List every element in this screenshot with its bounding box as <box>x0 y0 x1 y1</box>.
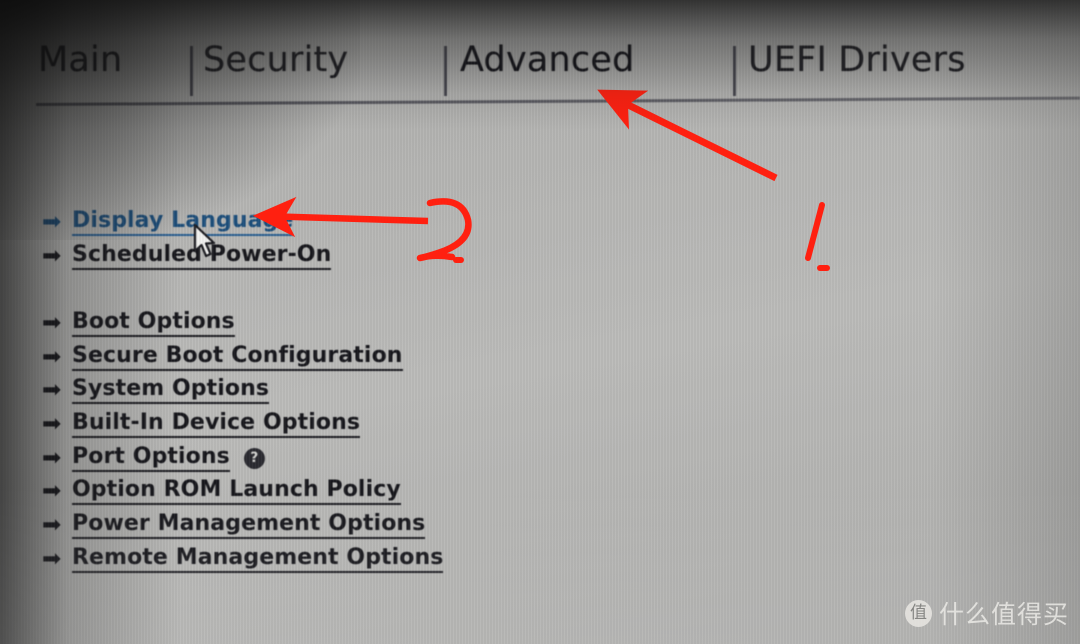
arrow-bullet-icon: ➡ <box>42 477 62 504</box>
arrow-bullet-icon: ➡ <box>42 376 62 403</box>
menu-item-built-in-device-options[interactable]: ➡ Built-In Device Options <box>42 410 361 438</box>
menu-item-label: Option ROM Launch Policy <box>72 477 401 505</box>
menu-item-label: Secure Boot Configuration <box>72 343 403 371</box>
arrow-bullet-icon: ➡ <box>42 511 62 538</box>
menu-item-label: Boot Options <box>72 309 235 337</box>
menu-item-label: Display Language <box>72 208 294 236</box>
arrow-bullet-icon: ➡ <box>42 208 62 235</box>
bios-setup-screen: Main Security Advanced UEFI Drivers ➡ Displa… <box>0 0 1080 644</box>
menu-item-label: Built-In Device Options <box>72 410 361 438</box>
menu-item-label: Remote Management Options <box>72 545 444 573</box>
menu-item-label: Power Management Options <box>72 511 426 539</box>
arrow-bullet-icon: ➡ <box>42 410 62 437</box>
smzdm-watermark-text: 什么值得买 <box>939 600 1070 629</box>
menu-item-power-management-options[interactable]: ➡ Power Management Options <box>42 511 426 539</box>
menu-item-label: System Options <box>72 376 270 404</box>
smzdm-watermark: 值 什么值得买 <box>905 595 1069 631</box>
smzdm-badge-icon: 值 <box>905 599 932 627</box>
menu-item-port-options[interactable]: ➡ Port Options? <box>42 444 265 472</box>
mouse-pointer-icon <box>193 224 216 258</box>
arrow-bullet-icon: ➡ <box>42 309 62 336</box>
menu-item-option-rom-launch-policy[interactable]: ➡ Option ROM Launch Policy <box>42 477 401 505</box>
arrow-bullet-icon: ➡ <box>42 343 62 370</box>
menu-item-secure-boot-configuration[interactable]: ➡ Secure Boot Configuration <box>42 343 403 371</box>
menu-item-label: Port Options <box>72 444 230 472</box>
menu-item-boot-options[interactable]: ➡ Boot Options <box>42 309 235 337</box>
arrow-bullet-icon: ➡ <box>42 242 62 269</box>
menu-item-display-language[interactable]: ➡ Display Language <box>42 208 294 236</box>
arrow-bullet-icon: ➡ <box>42 444 62 471</box>
arrow-bullet-icon: ➡ <box>42 545 62 572</box>
help-question-icon[interactable]: ? <box>243 447 265 469</box>
advanced-menu-list: ➡ Display Language ➡ Scheduled Power-On ➡ Boo… <box>0 0 1080 644</box>
menu-item-remote-management-options[interactable]: ➡ Remote Management Options <box>42 545 444 573</box>
menu-item-scheduled-power-on[interactable]: ➡ Scheduled Power-On <box>42 242 332 270</box>
menu-item-system-options[interactable]: ➡ System Options <box>42 376 270 404</box>
